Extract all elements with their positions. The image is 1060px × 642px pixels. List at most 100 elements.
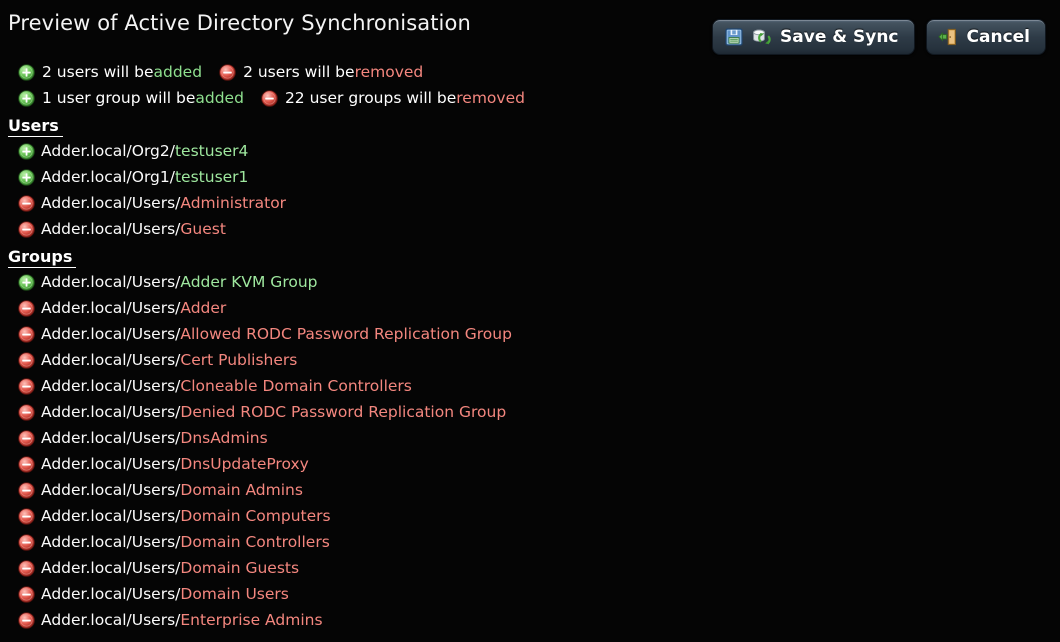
entry-name: Denied RODC Password Replication Group [180, 403, 507, 421]
list-item[interactable]: Adder.local/Users/Enterprise Admins [18, 607, 1060, 633]
summary-item: 2 users will be removed [219, 63, 423, 81]
entry-name: DnsUpdateProxy [180, 455, 309, 473]
summary-line: 1 user group will be added 22 user group… [18, 85, 1060, 111]
minus-circle-icon [18, 429, 35, 447]
summary-keyword: added [195, 89, 244, 107]
entry-path: Adder.local/Users/ [41, 429, 181, 447]
header-actions: Save & Sync Cancel [712, 19, 1046, 55]
minus-circle-icon [219, 63, 236, 81]
plus-circle-icon [18, 63, 35, 81]
minus-circle-icon [18, 325, 35, 343]
minus-circle-icon [18, 403, 35, 421]
entry-path: Adder.local/Users/ [41, 585, 181, 603]
list-item[interactable]: Adder.local/Org2/testuser4 [18, 138, 1060, 164]
plus-circle-icon [18, 63, 35, 81]
section-heading: Groups [8, 247, 77, 268]
minus-circle-icon [18, 403, 35, 421]
minus-circle-icon [18, 559, 35, 577]
entry-path: Adder.local/Users/ [41, 220, 181, 238]
exit-door-icon [937, 28, 956, 46]
entry-path: Adder.local/Users/ [41, 611, 181, 629]
list-item[interactable]: Adder.local/Users/Domain Guests [18, 555, 1060, 581]
minus-circle-icon [18, 455, 35, 473]
entry-path: Adder.local/Users/ [41, 194, 181, 212]
entry-name: Domain Admins [180, 481, 303, 499]
list-item[interactable]: Adder.local/Users/DnsUpdateProxy [18, 451, 1060, 477]
plus-circle-icon [18, 168, 35, 186]
summary-block: 2 users will be added 2 users will be re… [0, 59, 1060, 111]
minus-circle-icon [18, 299, 35, 317]
list-item[interactable]: Adder.local/Users/Adder KVM Group [18, 269, 1060, 295]
entry-name: Domain Users [180, 585, 289, 603]
list-item[interactable]: Adder.local/Users/Administrator [18, 190, 1060, 216]
minus-circle-icon [219, 63, 236, 81]
list-item[interactable]: Adder.local/Users/Domain Computers [18, 503, 1060, 529]
entry-name: Cloneable Domain Controllers [180, 377, 412, 395]
section-rows: Adder.local/Users/Adder KVM Group Adder.… [0, 269, 1060, 633]
entry-path: Adder.local/Users/ [41, 481, 181, 499]
summary-keyword: removed [354, 63, 424, 81]
save-and-sync-button[interactable]: Save & Sync [712, 19, 915, 55]
summary-text: 2 users will be [42, 63, 154, 81]
minus-circle-icon [18, 585, 35, 603]
entry-path: Adder.local/Users/ [41, 377, 181, 395]
users-section: Users Adder.local/Org2/testuser4 Adder.l… [0, 111, 1060, 242]
plus-circle-icon [18, 89, 35, 107]
minus-circle-icon [18, 585, 35, 603]
summary-item: 2 users will be added [18, 63, 202, 81]
entry-path: Adder.local/Users/ [41, 299, 181, 317]
entry-path: Adder.local/Users/ [41, 455, 181, 473]
cancel-button[interactable]: Cancel [925, 19, 1046, 55]
entry-path: Adder.local/Users/ [41, 273, 181, 291]
groups-section: Groups Adder.local/Users/Adder KVM Group… [0, 242, 1060, 633]
plus-circle-icon [18, 142, 35, 160]
minus-circle-icon [18, 220, 35, 238]
minus-circle-icon [18, 481, 35, 499]
minus-circle-icon [18, 220, 35, 238]
entry-name: testuser4 [174, 142, 249, 160]
entry-path: Adder.local/Users/ [41, 533, 181, 551]
list-item[interactable]: Adder.local/Users/Domain Controllers [18, 529, 1060, 555]
plus-circle-icon [18, 273, 35, 291]
entry-name: Adder KVM Group [180, 273, 318, 291]
list-item[interactable]: Adder.local/Users/Cert Publishers [18, 347, 1060, 373]
summary-item: 22 user groups will be removed [261, 89, 525, 107]
summary-keyword: added [153, 63, 203, 81]
list-item[interactable]: Adder.local/Users/Cloneable Domain Contr… [18, 373, 1060, 399]
entry-path: Adder.local/Users/ [41, 403, 181, 421]
section-rows: Adder.local/Org2/testuser4 Adder.local/O… [0, 138, 1060, 242]
header-bar: Preview of Active Directory Synchronisat… [0, 0, 1060, 58]
list-item[interactable]: Adder.local/Users/Allowed RODC Password … [18, 321, 1060, 347]
entry-name: Guest [180, 220, 226, 238]
summary-text: 1 user group will be [42, 89, 196, 107]
list-item[interactable]: Adder.local/Users/Domain Admins [18, 477, 1060, 503]
list-item[interactable]: Adder.local/Users/Domain Users [18, 581, 1060, 607]
plus-circle-icon [18, 142, 35, 160]
entry-name: Allowed RODC Password Replication Group [180, 325, 512, 343]
entry-name: Domain Computers [180, 507, 331, 525]
minus-circle-icon [18, 194, 35, 212]
section-heading: Users [8, 116, 63, 137]
save-and-sync-button-label: Save & Sync [780, 27, 899, 47]
list-item[interactable]: Adder.local/Users/Guest [18, 216, 1060, 242]
plus-circle-icon [18, 89, 35, 107]
minus-circle-icon [261, 89, 278, 107]
entry-path: Adder.local/Users/ [41, 325, 181, 343]
minus-circle-icon [18, 533, 35, 551]
entry-name: Domain Controllers [180, 533, 330, 551]
entry-name: DnsAdmins [180, 429, 268, 447]
cancel-button-label: Cancel [966, 27, 1030, 47]
plus-circle-icon [18, 168, 35, 186]
page-title: Preview of Active Directory Synchronisat… [8, 11, 471, 35]
minus-circle-icon [18, 351, 35, 369]
minus-circle-icon [18, 429, 35, 447]
minus-circle-icon [261, 89, 278, 107]
list-item[interactable]: Adder.local/Users/DnsAdmins [18, 425, 1060, 451]
list-item[interactable]: Adder.local/Users/Denied RODC Password R… [18, 399, 1060, 425]
minus-circle-icon [18, 299, 35, 317]
entry-name: testuser1 [174, 168, 249, 186]
summary-text: 2 users will be [243, 63, 355, 81]
list-item[interactable]: Adder.local/Users/Adder [18, 295, 1060, 321]
list-item[interactable]: Adder.local/Org1/testuser1 [18, 164, 1060, 190]
minus-circle-icon [18, 194, 35, 212]
